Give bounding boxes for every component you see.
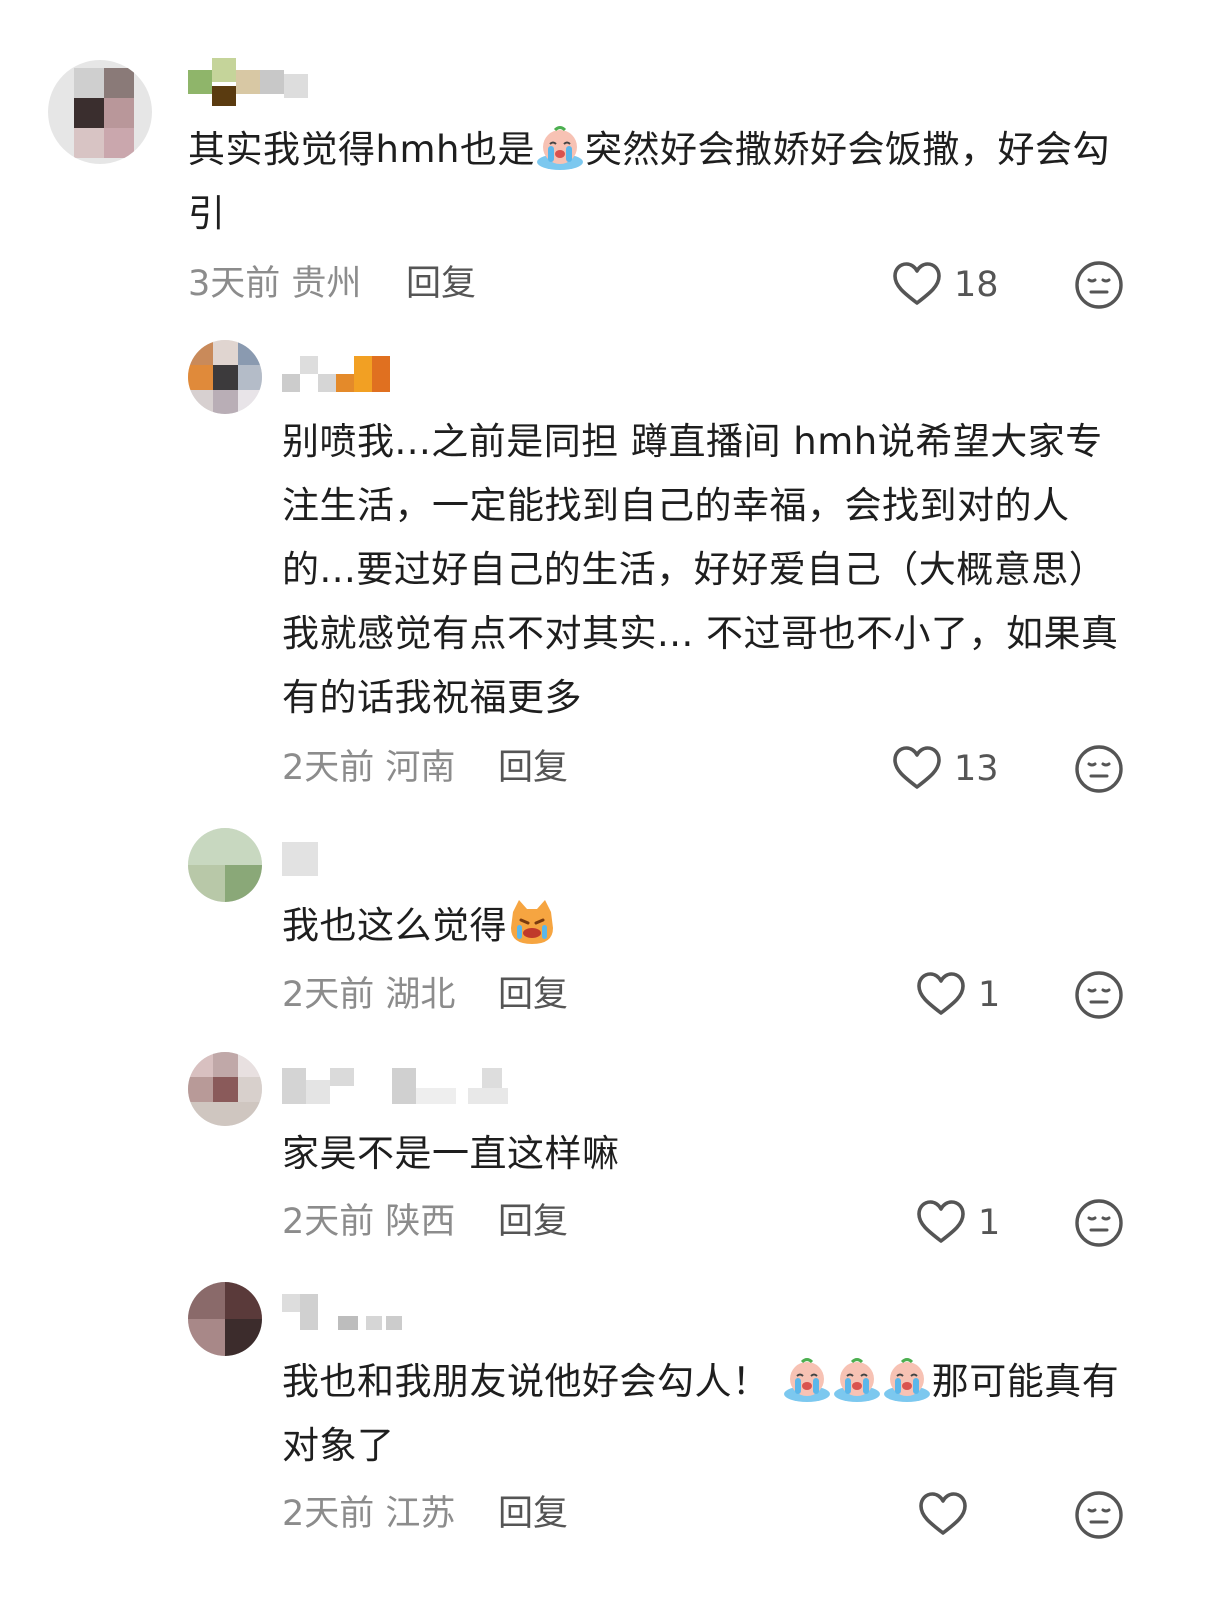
like-count: 13 — [954, 749, 999, 789]
crying-face-emoji — [882, 1354, 932, 1404]
avatar[interactable] — [48, 60, 152, 164]
comment-text: 我也这么觉得 — [282, 894, 1122, 958]
comment-meta: 2天前 江苏 — [282, 1494, 455, 1534]
comment-text: 别喷我...之前是同担 蹲直播间 hmh说希望大家专注生活，一定能找到自己的幸福… — [282, 420, 1119, 719]
timestamp: 3天前 — [188, 264, 281, 304]
heart-outline-icon — [892, 744, 942, 794]
location: 河南 — [385, 748, 456, 788]
heart-outline-icon — [916, 1198, 966, 1248]
avatar[interactable] — [188, 340, 262, 414]
neutral-face-icon[interactable] — [1074, 744, 1124, 794]
username[interactable] — [282, 1294, 412, 1330]
heart-outline-icon — [918, 1490, 968, 1540]
like-count: 18 — [954, 265, 999, 305]
heart-outline-icon — [916, 970, 966, 1020]
location: 湖北 — [385, 975, 456, 1015]
reply-button[interactable]: 回复 — [498, 1202, 568, 1242]
neutral-face-icon[interactable] — [1074, 1198, 1124, 1248]
like-count: 1 — [978, 1203, 1001, 1243]
comment-meta: 2天前 湖北 — [282, 975, 455, 1015]
username[interactable] — [282, 1068, 532, 1104]
like-button[interactable]: 1 — [916, 1198, 1000, 1248]
username[interactable] — [188, 58, 328, 106]
heart-outline-icon — [892, 260, 942, 310]
location: 陕西 — [385, 1202, 456, 1242]
like-button[interactable]: 1 — [916, 970, 1000, 1020]
like-button[interactable]: 18 — [892, 260, 999, 310]
timestamp: 2天前 — [282, 1202, 375, 1242]
crying-face-emoji — [535, 122, 585, 172]
comment-text: 其实我觉得hmh也是 突然好会撒娇好会饭撒，好会勾引 — [188, 118, 1118, 246]
reply-button[interactable]: 回复 — [498, 975, 568, 1015]
avatar[interactable] — [188, 1052, 262, 1126]
reply-button[interactable]: 回复 — [406, 264, 476, 304]
like-count: 1 — [978, 975, 1001, 1015]
reply-button[interactable]: 回复 — [498, 1494, 568, 1534]
comment-meta: 3天前 贵州 — [188, 264, 361, 304]
like-button[interactable]: 13 — [892, 744, 999, 794]
comment-meta: 2天前 陕西 — [282, 1202, 455, 1242]
username[interactable] — [282, 356, 402, 392]
crying-face-emoji — [832, 1354, 882, 1404]
comment-text-part: 我也和我朋友说他好会勾人！ — [282, 1360, 782, 1403]
location: 江苏 — [385, 1494, 456, 1534]
comment-text: 家昊不是一直这样嘛 — [282, 1132, 620, 1175]
timestamp: 2天前 — [282, 975, 375, 1015]
comment-meta: 2天前 河南 — [282, 748, 455, 788]
reply-button[interactable]: 回复 — [498, 748, 568, 788]
location: 贵州 — [291, 264, 362, 304]
avatar[interactable] — [188, 1282, 262, 1356]
timestamp: 2天前 — [282, 1494, 375, 1534]
crying-cat-emoji — [507, 898, 557, 948]
neutral-face-icon[interactable] — [1074, 260, 1124, 310]
comment-text-part: 我也这么觉得 — [282, 904, 507, 947]
comment-text-part: 其实我觉得hmh也是 — [188, 128, 535, 171]
neutral-face-icon[interactable] — [1074, 970, 1124, 1020]
avatar[interactable] — [188, 828, 262, 902]
comment-text: 我也和我朋友说他好会勾人！ 那可能真有对象了 — [282, 1350, 1122, 1478]
crying-face-emoji — [782, 1354, 832, 1404]
like-button[interactable] — [918, 1490, 980, 1540]
username[interactable] — [282, 842, 322, 878]
timestamp: 2天前 — [282, 748, 375, 788]
neutral-face-icon[interactable] — [1074, 1490, 1124, 1540]
